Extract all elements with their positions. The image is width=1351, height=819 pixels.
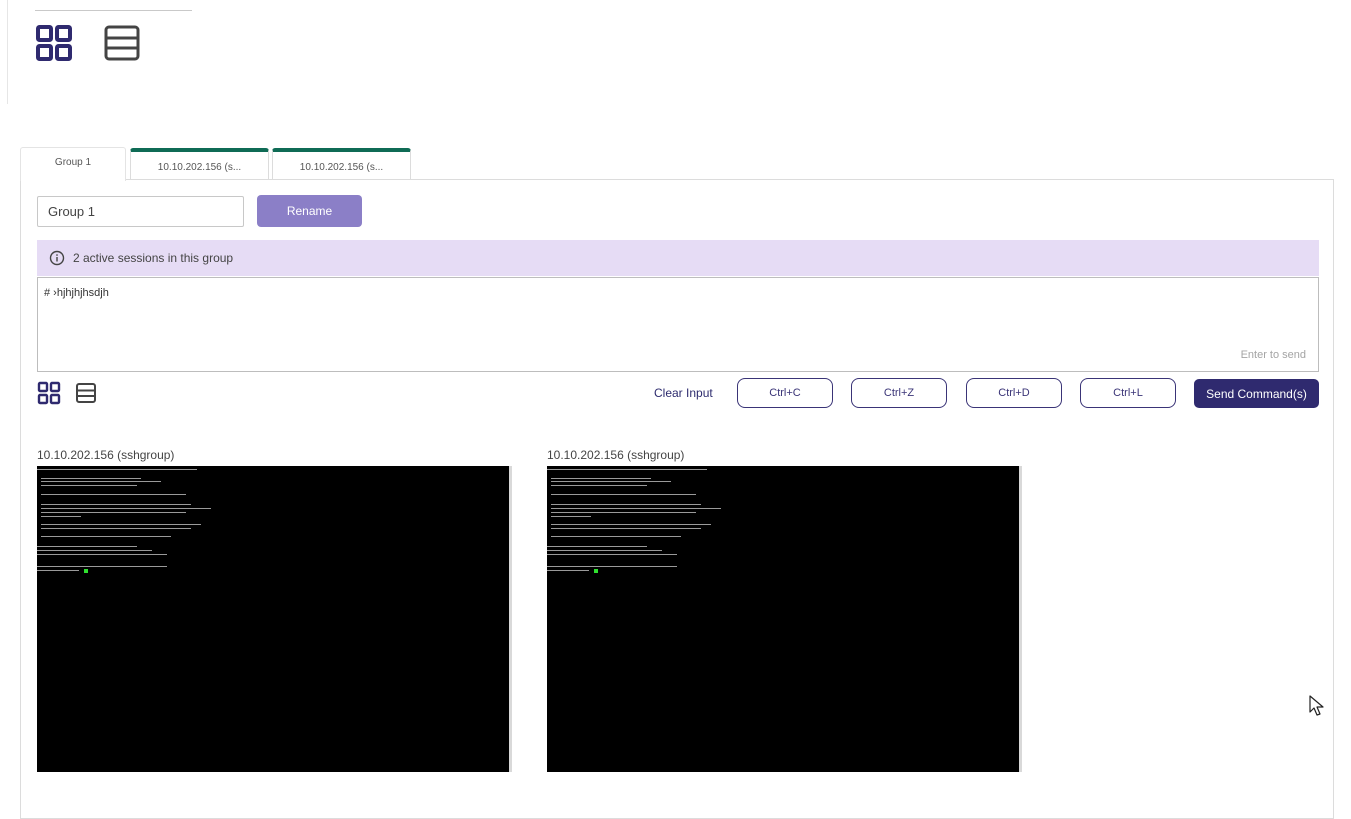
grid-view-icon[interactable] — [37, 381, 61, 405]
tab-session-1[interactable]: 10.10.202.156 (s... — [130, 148, 269, 179]
terminal-window[interactable] — [547, 466, 1022, 772]
ctrl-d-button[interactable]: Ctrl+D — [966, 378, 1062, 408]
top-divider — [35, 10, 192, 11]
tab-label: Group 1 — [54, 157, 92, 168]
info-icon — [49, 250, 65, 266]
send-commands-button[interactable]: Send Command(s) — [1194, 379, 1319, 408]
layout-switcher — [37, 381, 97, 405]
command-text: # ›hjhjhjhsdjh — [44, 287, 109, 299]
mouse-pointer-icon — [1309, 695, 1324, 716]
enter-to-send-hint: Enter to send — [1240, 349, 1306, 361]
tab-label: 10.10.202.156 (s... — [157, 162, 242, 173]
rename-button[interactable]: Rename — [257, 195, 362, 227]
info-text: 2 active sessions in this group — [73, 251, 234, 265]
command-input[interactable]: # ›hjhjhjhsdjh Enter to send — [37, 277, 1319, 372]
grid-view-icon[interactable] — [35, 24, 73, 62]
left-edge-divider — [7, 0, 8, 104]
terminal-cursor — [84, 569, 88, 573]
top-view-switcher — [35, 24, 141, 62]
tab-label: 10.10.202.156 (s... — [299, 162, 384, 173]
session-title: 10.10.202.156 (sshgroup) — [37, 448, 175, 462]
session-title: 10.10.202.156 (sshgroup) — [547, 448, 685, 462]
terminal-cursor — [594, 569, 598, 573]
list-view-icon[interactable] — [103, 24, 141, 62]
ctrl-l-button[interactable]: Ctrl+L — [1080, 378, 1176, 408]
tab-group-1[interactable]: Group 1 — [20, 147, 126, 181]
list-view-icon[interactable] — [75, 382, 97, 404]
ctrl-z-button[interactable]: Ctrl+Z — [851, 378, 947, 408]
terminal-window[interactable] — [37, 466, 512, 772]
info-banner: 2 active sessions in this group — [37, 240, 1319, 276]
group-name-input[interactable] — [37, 196, 244, 227]
clear-input-link[interactable]: Clear Input — [654, 386, 713, 400]
tab-session-2[interactable]: 10.10.202.156 (s... — [272, 148, 411, 179]
ctrl-c-button[interactable]: Ctrl+C — [737, 378, 833, 408]
